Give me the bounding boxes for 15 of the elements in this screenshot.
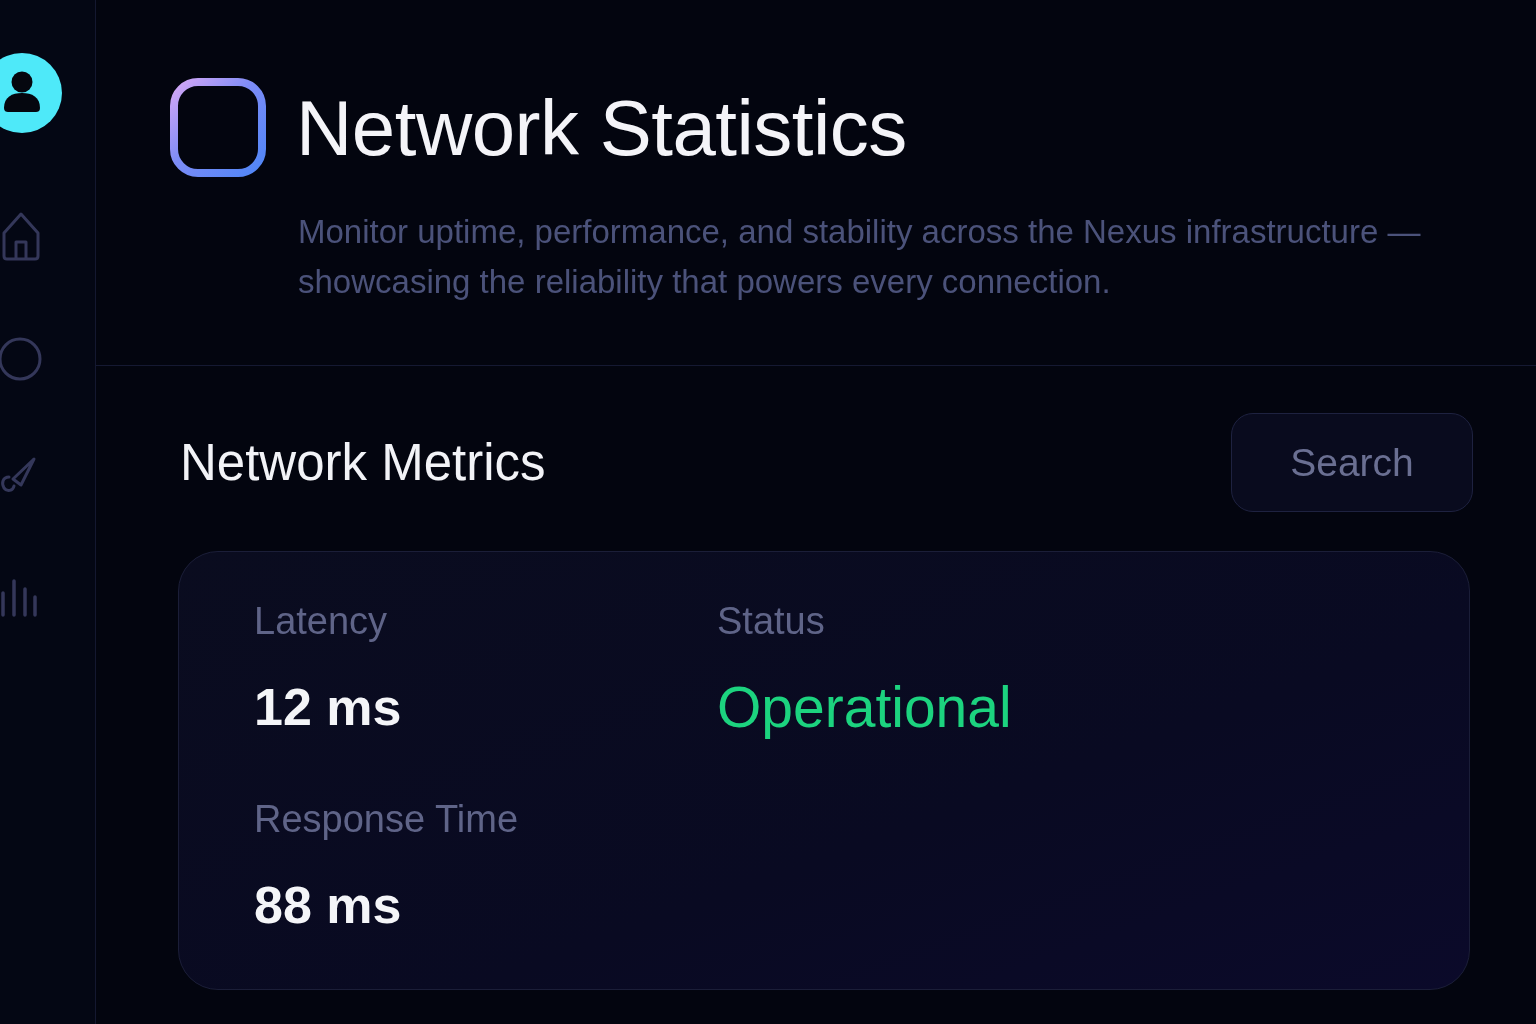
metric-value: 12 ms [254, 677, 402, 738]
home-icon[interactable] [1, 211, 41, 261]
search-button[interactable]: Search [1231, 413, 1473, 512]
metric-label: Status [717, 599, 825, 644]
brush-icon[interactable] [0, 455, 37, 495]
metric-value: 88 ms [254, 875, 402, 936]
metric-label: Response Time [254, 797, 518, 842]
page-description: Monitor uptime, performance, and stability across the Nexus infrastructure — showcasing the reliability that powers every connection. [298, 212, 1422, 302]
user-avatar-icon[interactable] [0, 53, 62, 133]
section-title: Network Metrics [180, 433, 546, 492]
status-text: Operational [717, 675, 1012, 739]
bar-chart-icon[interactable] [0, 579, 38, 617]
rounded-square-logo-icon [170, 78, 266, 177]
metric-label: Latency [254, 599, 388, 644]
page-title: Network Statistics [296, 88, 907, 167]
